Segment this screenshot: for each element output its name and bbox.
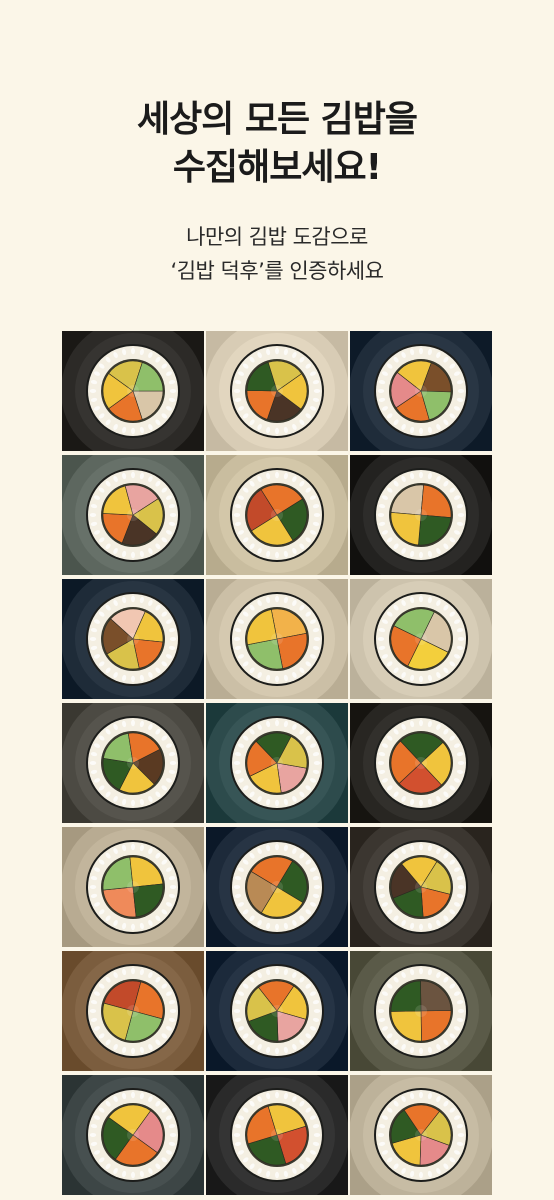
kimbap-photo [206,951,348,1071]
kimbap-photo [62,951,204,1071]
kimbap-photo-tile[interactable] [350,1075,492,1195]
kimbap-photo [206,331,348,451]
kimbap-photo [206,703,348,823]
kimbap-photo [62,1075,204,1195]
kimbap-photo [350,579,492,699]
kimbap-photo [206,1075,348,1195]
hero-section: 세상의 모든 김밥을 수집해보세요! 나만의 김밥 도감으로 ‘김밥 덕후’를 … [0,96,554,288]
kimbap-photo-tile[interactable] [206,703,348,823]
kimbap-photo-tile[interactable] [62,455,204,575]
kimbap-photo-tile[interactable] [206,1075,348,1195]
kimbap-photo-tile[interactable] [62,827,204,947]
kimbap-photo [62,579,204,699]
subheadline-line-1: 나만의 김밥 도감으로 [186,225,368,249]
kimbap-photo [62,331,204,451]
kimbap-photo [350,951,492,1071]
kimbap-photo [206,827,348,947]
kimbap-photo [350,455,492,575]
kimbap-photo-tile[interactable] [62,1075,204,1195]
kimbap-photo [350,1075,492,1195]
kimbap-photo-tile[interactable] [206,579,348,699]
kimbap-photo [350,703,492,823]
kimbap-photo-tile[interactable] [350,951,492,1071]
kimbap-photo-tile[interactable] [62,703,204,823]
kimbap-photo-tile[interactable] [206,331,348,451]
kimbap-photo-tile[interactable] [206,455,348,575]
headline-line-1: 세상의 모든 김밥을 [136,99,418,140]
kimbap-photo [62,703,204,823]
kimbap-photo-tile[interactable] [350,579,492,699]
kimbap-photo-tile[interactable] [350,455,492,575]
kimbap-photo-tile[interactable] [206,827,348,947]
kimbap-photo-tile[interactable] [62,331,204,451]
kimbap-photo [206,579,348,699]
kimbap-photo [350,331,492,451]
kimbap-photo-tile[interactable] [350,827,492,947]
headline-line-2: 수집해보세요! [172,147,382,188]
subheadline: 나만의 김밥 도감으로 ‘김밥 덕후’를 인증하세요 [0,220,554,288]
kimbap-photo-tile[interactable] [350,703,492,823]
kimbap-photo [62,455,204,575]
kimbap-photo [206,455,348,575]
kimbap-photo-tile[interactable] [62,951,204,1071]
kimbap-photo-tile[interactable] [350,331,492,451]
kimbap-photo [350,827,492,947]
kimbap-photo-tile[interactable] [62,579,204,699]
subheadline-line-2: ‘김밥 덕후’를 인증하세요 [170,259,384,283]
kimbap-photo [62,827,204,947]
kimbap-gallery [62,331,492,1195]
kimbap-photo-tile[interactable] [206,951,348,1071]
headline: 세상의 모든 김밥을 수집해보세요! [0,96,554,192]
